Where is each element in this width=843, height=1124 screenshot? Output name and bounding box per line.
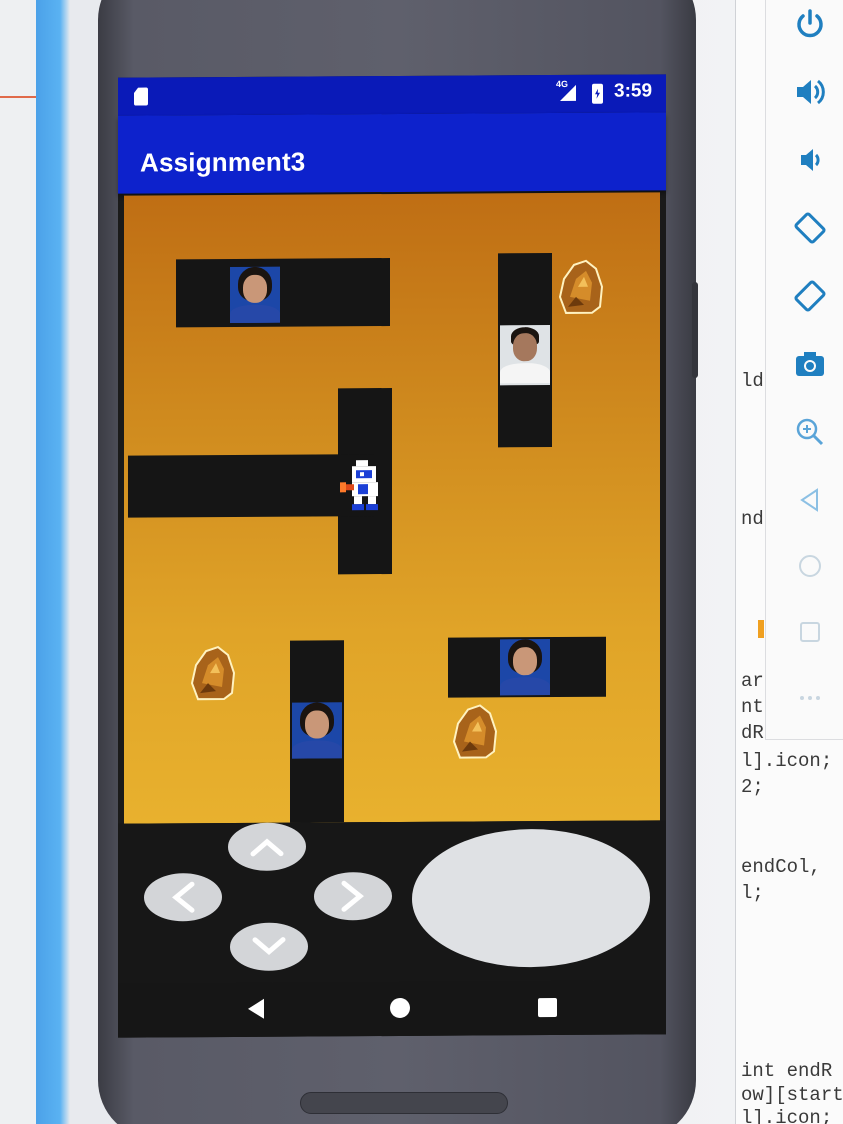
rotate-right-icon[interactable] [782, 272, 838, 320]
tunnel [176, 258, 390, 328]
code-line: dR [741, 722, 764, 744]
app-title: Assignment3 [140, 146, 306, 178]
game-field[interactable] [124, 192, 660, 824]
dpad-up-button[interactable] [228, 822, 306, 872]
volume-down-icon[interactable] [782, 136, 838, 184]
volume-up-icon[interactable] [782, 68, 838, 116]
face-enemy [500, 639, 550, 696]
nav-back-icon[interactable] [248, 998, 264, 1019]
status-bar: 4G 3:59 [118, 74, 666, 116]
chevron-right-icon [341, 880, 364, 912]
battery-icon [592, 83, 603, 104]
chevron-up-icon [250, 838, 284, 857]
app-bar: Assignment3 [118, 112, 666, 194]
tunnel [128, 454, 374, 518]
code-line: nt [741, 696, 764, 718]
action-button[interactable] [412, 828, 650, 968]
chevron-left-icon [172, 881, 195, 913]
more-icon[interactable] [782, 674, 838, 722]
sd-card-icon [134, 87, 148, 105]
phone-speaker [300, 1092, 508, 1114]
face-enemy [500, 325, 550, 386]
code-line: ld [741, 370, 764, 392]
game-controls [118, 820, 666, 984]
network-type: 4G [556, 78, 569, 89]
phone-side-key[interactable] [692, 282, 698, 378]
android-nav-bar [118, 980, 666, 1038]
overview-icon[interactable] [782, 608, 838, 656]
code-line: endCol, [741, 856, 821, 878]
code-line: l].icon; [741, 1107, 833, 1124]
rock-icon [452, 704, 498, 759]
dpad-down-button[interactable] [230, 922, 308, 971]
code-line: l; [741, 882, 764, 904]
code-line: l].icon; [741, 750, 833, 772]
code-line: nd [741, 508, 764, 530]
editor-left-panel [0, 0, 36, 1124]
power-icon[interactable] [782, 0, 838, 48]
editor-divider [0, 96, 36, 98]
code-line: 2; [741, 776, 764, 798]
code-line: ar [741, 670, 764, 692]
rock-icon [558, 259, 604, 314]
camera-icon[interactable] [782, 340, 838, 388]
phone-screen: 4G 3:59 Assignment3 [118, 74, 666, 1038]
face-enemy [292, 702, 342, 759]
status-time: 3:59 [614, 80, 653, 102]
home-icon[interactable] [782, 542, 838, 590]
rock-icon [190, 645, 236, 701]
rotate-left-icon[interactable] [782, 204, 838, 252]
chevron-down-icon [252, 937, 286, 956]
dpad-right-button[interactable] [314, 872, 392, 921]
nav-recent-apps-icon[interactable] [538, 997, 557, 1018]
code-line: int endR [741, 1060, 833, 1082]
digger-player-icon [340, 460, 378, 511]
back-icon[interactable] [782, 476, 838, 524]
dpad-left-button[interactable] [144, 873, 222, 922]
nav-home-icon[interactable] [390, 997, 410, 1019]
editor-gutter-marker [758, 620, 764, 638]
face-enemy [230, 266, 280, 323]
zoom-icon[interactable] [782, 408, 838, 456]
code-line: ow][start [741, 1084, 843, 1106]
